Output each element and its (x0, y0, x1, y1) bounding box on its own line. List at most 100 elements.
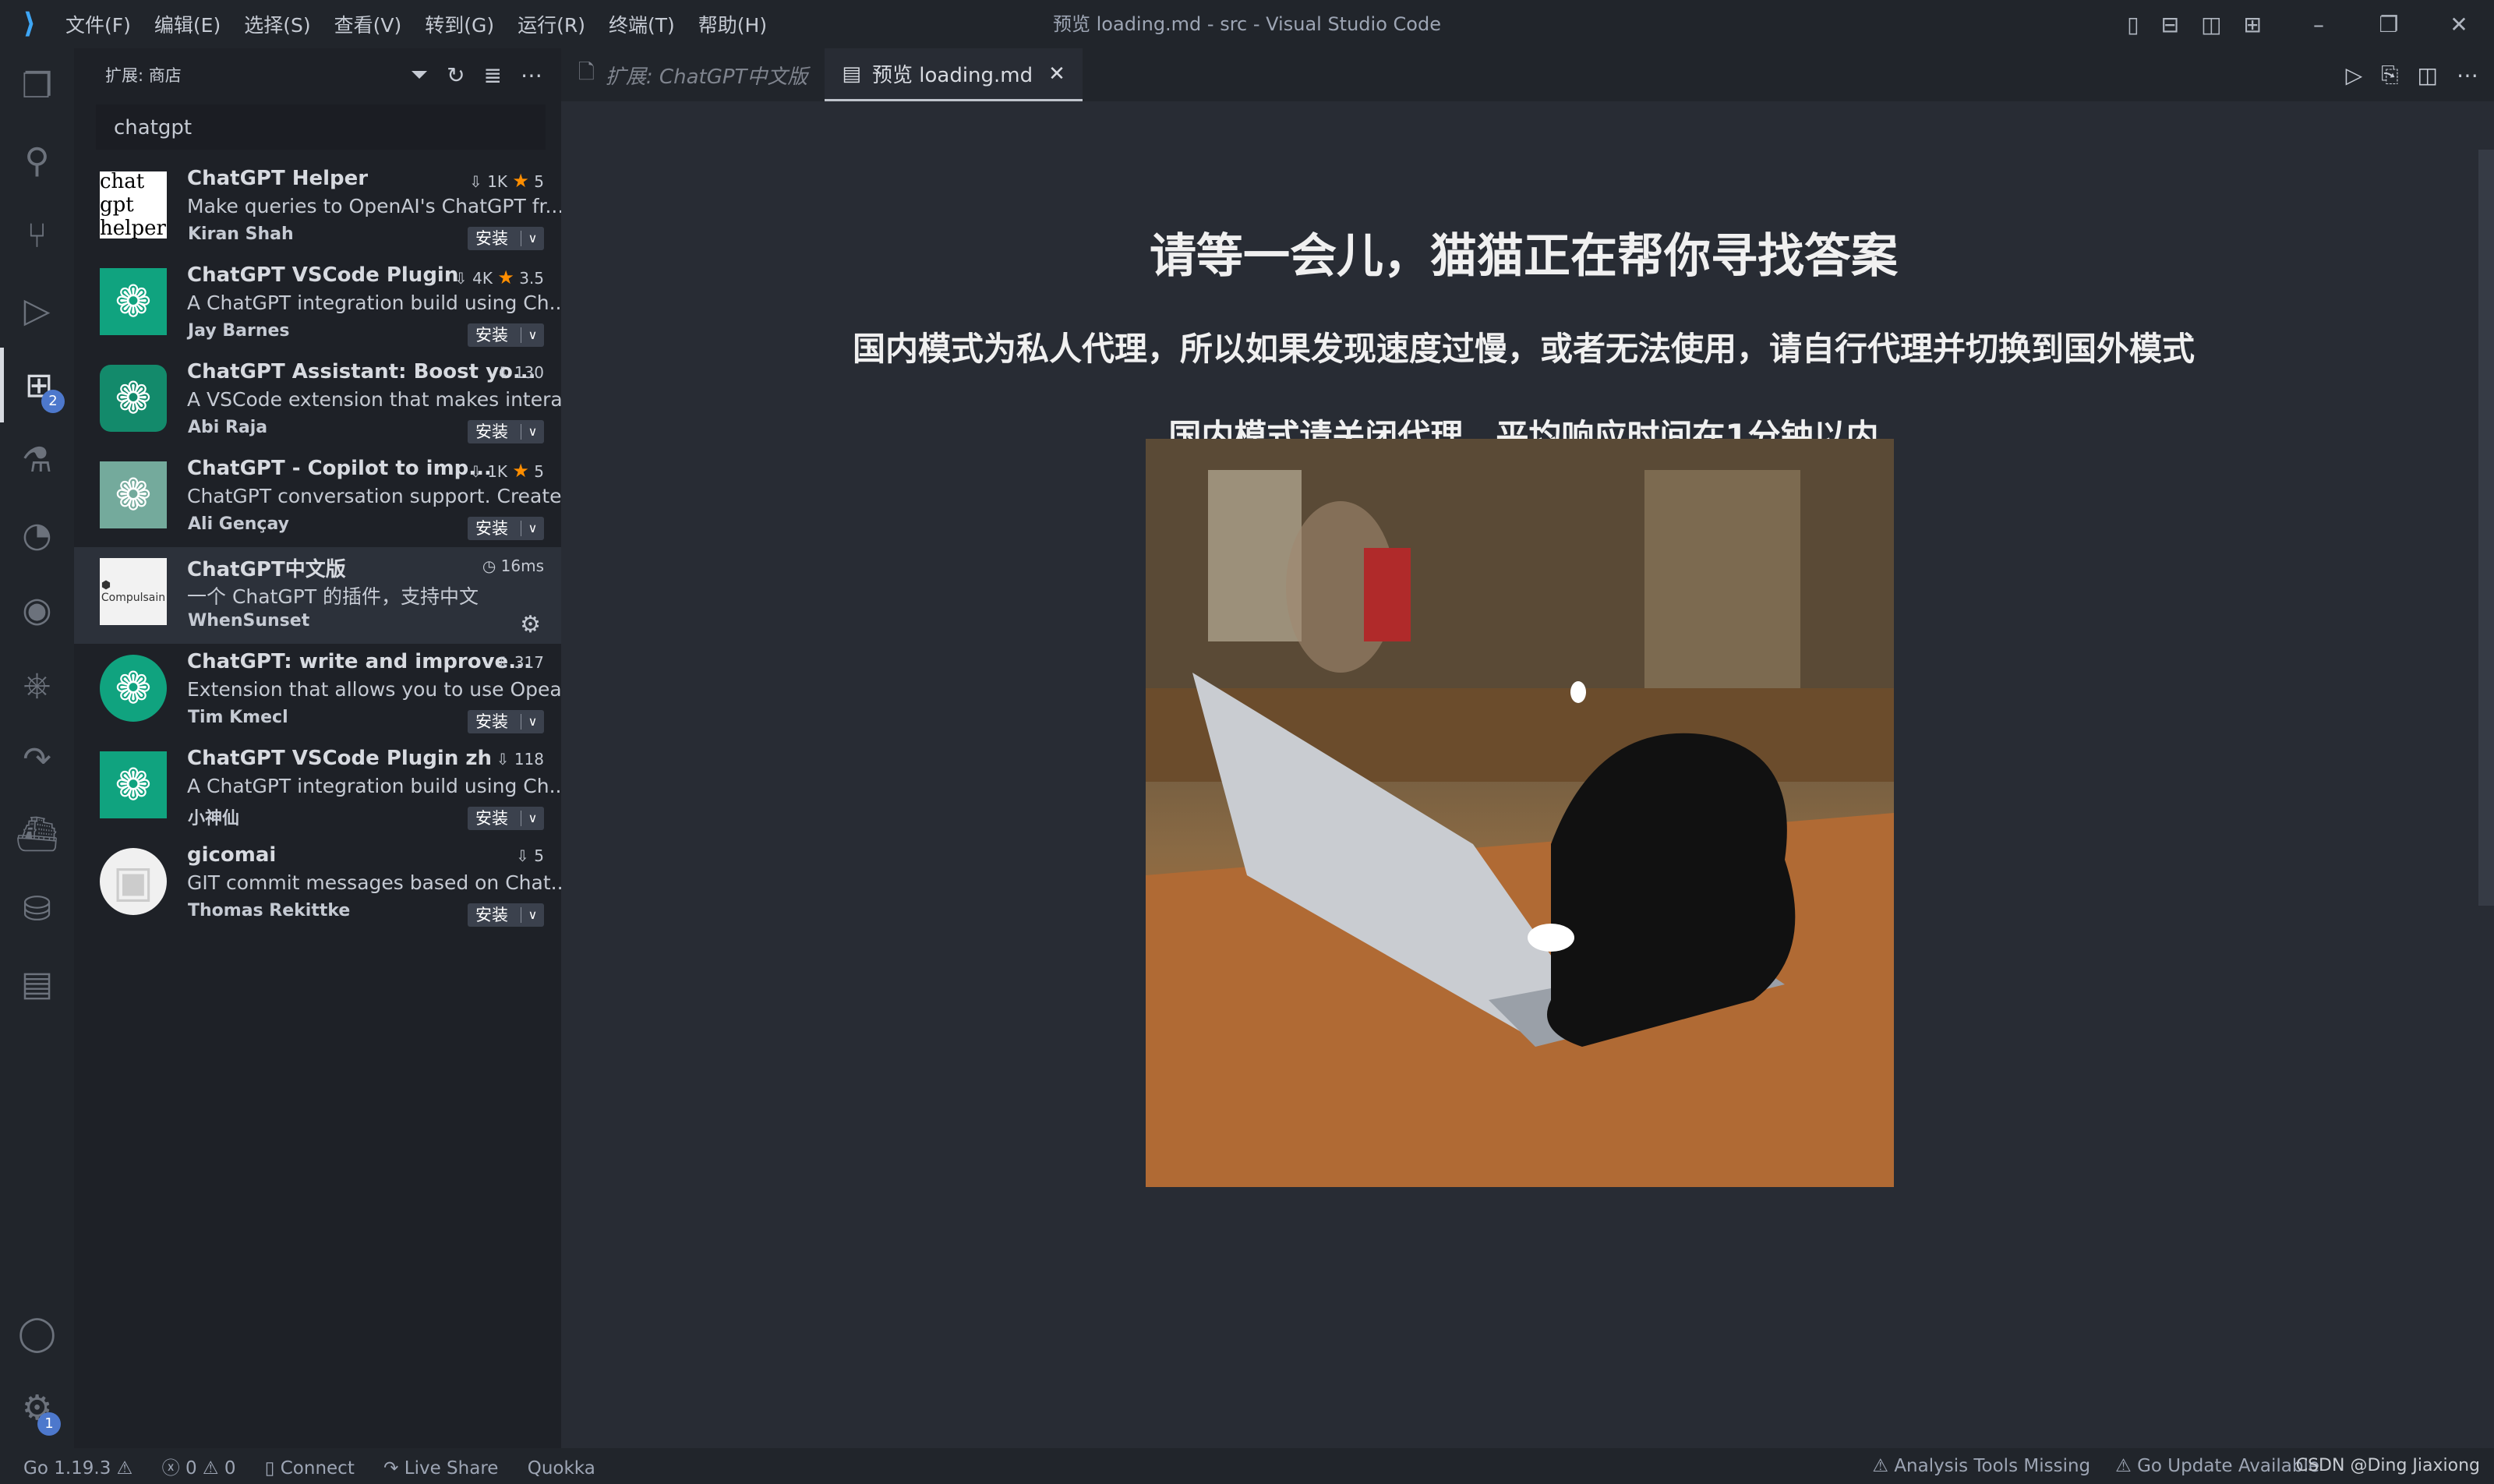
split-editor-icon[interactable]: ◫ (2418, 62, 2438, 88)
menu-run[interactable]: 运行(R) (518, 14, 585, 37)
refresh-icon[interactable]: ↻ (447, 62, 465, 88)
menu-edit[interactable]: 编辑(E) (154, 14, 221, 37)
connect-item[interactable]: ▯ Connect (265, 1458, 355, 1479)
toggle-secondary-sidebar-icon[interactable]: ◫ (2201, 12, 2221, 37)
chevron-down-icon[interactable]: ∨ (521, 907, 544, 923)
filter-icon[interactable]: ⏷ (411, 62, 428, 88)
install-button[interactable]: 安装 ∨ (468, 517, 544, 540)
download-icon: ⇩ (496, 363, 510, 382)
source-control-icon[interactable]: ⑂ (0, 198, 74, 273)
extension-item[interactable]: ❁ ChatGPT Assistant: Boost yo... ⇩ 130 A VS… (74, 354, 581, 450)
toggle-sidebar-icon[interactable]: ▯ (2127, 12, 2139, 37)
extension-search-input[interactable]: chatgpt (96, 104, 546, 150)
menu-view[interactable]: 查看(V) (334, 14, 402, 37)
menu-selection[interactable]: 选择(S) (244, 14, 310, 37)
extension-description: A VSCode extension that makes intera... (187, 388, 581, 411)
go-version-text: Go 1.19.3 (23, 1458, 111, 1479)
extension-stats: ⇩ 4K ★ 3.5 (454, 267, 544, 288)
live-share-item[interactable]: ↷ Live Share (383, 1458, 498, 1479)
extension-item[interactable]: ❁ ChatGPT VSCode Plugin ⇩ 4K ★ 3.5 A ChatGP… (74, 257, 567, 354)
restore-button[interactable]: ❐ (2354, 12, 2424, 37)
star-icon: ★ (497, 267, 514, 288)
vscode-logo-icon: ⟩ (23, 8, 37, 40)
install-label: 安装 (475, 906, 508, 924)
extension-logo-icon: ❁ (100, 461, 167, 528)
install-button[interactable]: 安装 ∨ (468, 807, 544, 830)
open-source-icon[interactable]: ⎘ (2381, 62, 2398, 88)
star-icon: ★ (512, 170, 529, 192)
quokka-item[interactable]: Quokka (528, 1458, 595, 1479)
minimize-button[interactable]: – (2284, 12, 2354, 37)
extension-stats: ◷ 16ms (482, 556, 544, 575)
install-button[interactable]: 安装 ∨ (468, 227, 544, 250)
manage-extension-gear-icon[interactable]: ⚙ (520, 611, 541, 638)
account-icon[interactable]: ◯ (0, 1295, 74, 1370)
menu-help[interactable]: 帮助(H) (698, 14, 767, 37)
activity-bar: ❐ ⚲ ⑂ ▷ ⊞ 2 ⚗ ◔ ◉ ⎈ ↷ ⛴ ⛁ ▤ ◯ ⚙ 1 (0, 48, 74, 1448)
install-button[interactable]: 安装 ∨ (468, 710, 544, 733)
testing-icon[interactable]: ⚗ (0, 422, 74, 497)
tab-label: 预览 loading.md (871, 64, 1033, 87)
run-icon[interactable]: ▷ (2346, 62, 2363, 88)
docker-icon[interactable]: ⛴ (0, 797, 74, 871)
title-bar: ⟩ 文件(F) 编辑(E) 选择(S) 查看(V) 转到(G) 运行(R) 终端(T) 帮助(… (0, 0, 2494, 48)
download-count: 130 (514, 363, 544, 382)
extension-item[interactable]: ❁ ChatGPT - Copilot to imp... ⇩ 1K ★ 5 Chat… (74, 450, 580, 547)
manage-gear-icon[interactable]: ⚙ 1 (0, 1370, 74, 1445)
preview-line-1: 国内模式为私人代理，所以如果发现速度过慢，或者无法使用，请自行代理并切换到国外模… (852, 330, 2195, 368)
explorer-icon[interactable]: ❐ (0, 48, 74, 123)
editor-more-icon[interactable]: ⋯ (2457, 62, 2478, 88)
chevron-down-icon[interactable]: ∨ (521, 327, 544, 343)
close-window-button[interactable]: ✕ (2424, 12, 2494, 37)
extension-item[interactable]: ❁ ChatGPT: write and improve... ⇩ 317 Exten… (74, 644, 581, 740)
analysis-tools-item[interactable]: ⚠ Analysis Tools Missing (1872, 1456, 2090, 1476)
rating: 3.5 (519, 269, 544, 288)
download-count: 118 (514, 750, 544, 768)
chevron-down-icon[interactable]: ∨ (521, 231, 544, 246)
go-version[interactable]: Go 1.19.3 ⚠ (23, 1458, 132, 1479)
toggle-panel-icon[interactable]: ⊟ (2161, 12, 2179, 37)
extension-item[interactable]: ▣ gicomai ⇩ 5 GIT commit messages based on … (74, 837, 570, 934)
menu-terminal[interactable]: 终端(T) (609, 14, 675, 37)
tab-preview-loading[interactable]: ▤ 预览 loading.md ✕ (825, 48, 1083, 101)
extension-stats: ⇩ 130 (496, 363, 544, 382)
file-icon: 🗋 (578, 61, 595, 84)
live-share-icon[interactable]: ↷ (0, 722, 74, 797)
git-graph-icon[interactable]: ◔ (0, 497, 74, 572)
kubernetes-icon[interactable]: ⎈ (0, 647, 74, 722)
chevron-down-icon[interactable]: ∨ (521, 811, 544, 826)
extension-title: ChatGPT中文版 (187, 558, 346, 581)
chevron-down-icon[interactable]: ∨ (521, 521, 544, 536)
run-debug-icon[interactable]: ▷ (0, 273, 74, 348)
chevron-down-icon[interactable]: ∨ (521, 424, 544, 440)
download-icon: ⇩ (469, 462, 482, 481)
close-tab-icon[interactable]: ✕ (1048, 62, 1065, 86)
extensions-icon[interactable]: ⊞ 2 (0, 348, 74, 422)
install-button[interactable]: 安装 ∨ (468, 903, 544, 927)
tab-extension-chatgpt[interactable]: 🗋 扩展: ChatGPT中文版 (561, 48, 825, 101)
go-update-item[interactable]: ⚠ Go Update Available (2115, 1456, 2319, 1476)
search-icon[interactable]: ⚲ (0, 123, 74, 198)
notebook-icon[interactable]: ▤ (0, 946, 74, 1021)
clear-results-icon[interactable]: ≣ (484, 62, 502, 88)
database-icon[interactable]: ⛁ (0, 871, 74, 946)
more-actions-icon[interactable]: ⋯ (521, 62, 542, 88)
extension-author: Kiran Shah (188, 224, 294, 244)
extension-stats: ⇩ 317 (496, 653, 544, 672)
editor-scrollbar[interactable] (2478, 150, 2494, 906)
extension-stats: ⇩ 118 (496, 750, 544, 768)
sidebar-title: 扩展: 商店 (105, 66, 182, 85)
extension-item[interactable]: chat gpt helper ChatGPT Helper ⇩ 1K ★ 5 Make… (74, 161, 563, 257)
extension-item[interactable]: ❁ ChatGPT VSCode Plugin zh ⇩ 118 A ChatGPT … (74, 740, 567, 837)
menu-go[interactable]: 转到(G) (425, 14, 494, 37)
menu-file[interactable]: 文件(F) (65, 14, 131, 37)
chevron-down-icon[interactable]: ∨ (521, 714, 544, 730)
install-button[interactable]: 安装 ∨ (468, 323, 544, 347)
customize-layout-icon[interactable]: ⊞ (2244, 12, 2262, 37)
github-icon[interactable]: ◉ (0, 572, 74, 647)
time-icon: ◷ (482, 556, 496, 575)
extension-author: WhenSunset (188, 611, 310, 631)
install-button[interactable]: 安装 ∨ (468, 420, 544, 443)
problems-indicator[interactable]: ⓧ 0 ⚠ 0 (162, 1458, 236, 1479)
extension-item[interactable]: ⬢ Compulsain ChatGPT中文版 ◷ 16ms 一个 ChatGPT 的插… (74, 547, 561, 644)
